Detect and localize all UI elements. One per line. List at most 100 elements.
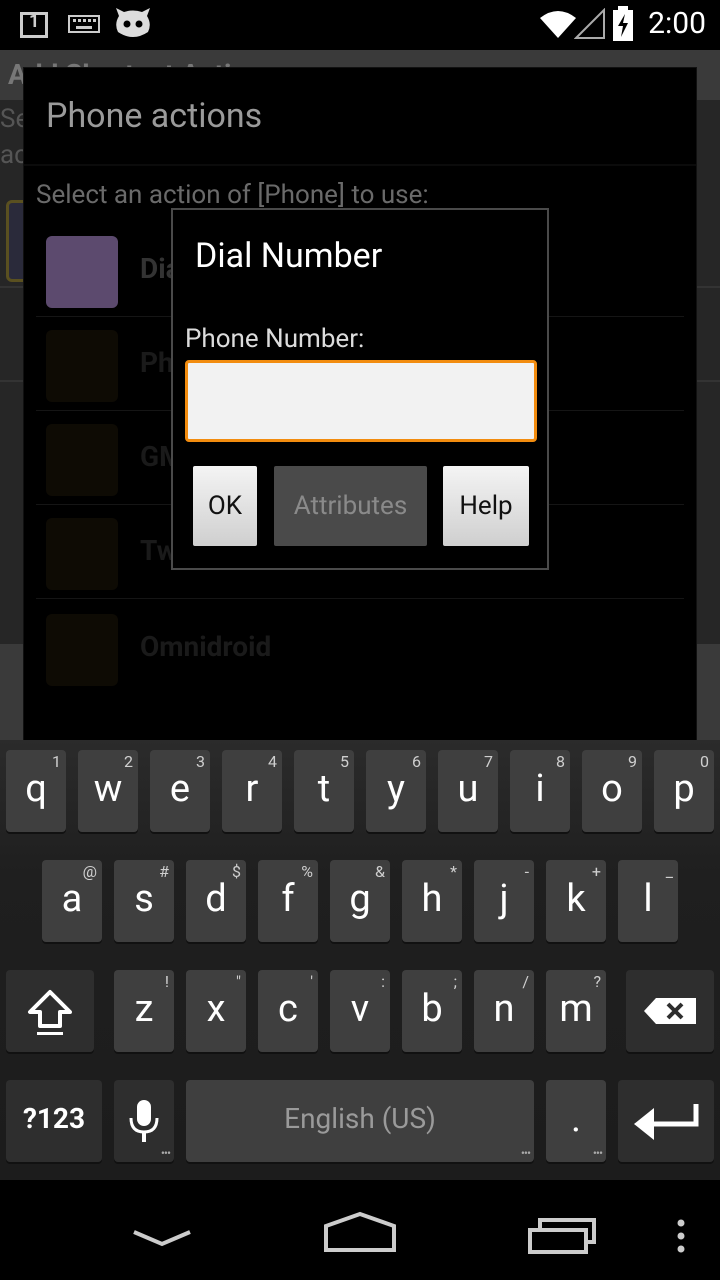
key-d[interactable]: $ d xyxy=(186,860,246,942)
key-label: t xyxy=(317,767,331,811)
clock: 2:00 xyxy=(648,6,706,41)
key-e[interactable]: 3e xyxy=(150,750,210,832)
key-label: f xyxy=(281,877,295,921)
voice-input-key[interactable]: ••• xyxy=(114,1080,174,1162)
soft-keyboard: 1q 2w 3e 4r 5t 6y 7u 8i 9o 0p @ a # s $ d %… xyxy=(0,740,720,1180)
status-bar: 1 2:00 xyxy=(0,0,720,50)
key-f[interactable]: % f xyxy=(258,860,318,942)
key-q[interactable]: 1q xyxy=(6,750,66,832)
recents-icon[interactable] xyxy=(526,1216,598,1254)
dialog-title: Dial Number xyxy=(195,236,383,276)
space-key[interactable]: English (US) ••• xyxy=(186,1080,534,1162)
key-o[interactable]: 9o xyxy=(582,750,642,832)
key-v[interactable]: :v xyxy=(330,970,390,1052)
key-label: l xyxy=(643,877,653,921)
app-icon xyxy=(46,424,118,496)
key-label: p xyxy=(673,767,695,811)
key-label: x xyxy=(206,987,226,1031)
overflow-menu-icon[interactable] xyxy=(674,1218,688,1254)
battery-icon xyxy=(613,6,633,41)
key-label: c xyxy=(278,987,298,1031)
key-label: q xyxy=(25,767,47,811)
key-a[interactable]: @ a xyxy=(42,860,102,942)
more-options-dots: ••• xyxy=(160,1146,171,1160)
enter-icon xyxy=(634,1104,699,1140)
backspace-key[interactable] xyxy=(626,970,714,1052)
key-m[interactable]: ? m xyxy=(546,970,606,1052)
dialog-title: Phone actions xyxy=(46,96,263,136)
more-options-dots: ••• xyxy=(520,1146,531,1160)
action-label: Ph xyxy=(140,346,174,379)
key-c[interactable]: ' c xyxy=(258,970,318,1052)
key-label: r xyxy=(245,767,259,811)
key-label: i xyxy=(535,767,545,811)
action-item[interactable]: Omnidroid xyxy=(36,602,684,694)
key-x[interactable]: " x xyxy=(186,970,246,1052)
key-s[interactable]: # s xyxy=(114,860,174,942)
ok-button[interactable]: OK xyxy=(193,466,257,546)
period-key[interactable]: . ••• xyxy=(546,1080,606,1162)
key-label: b xyxy=(421,987,443,1031)
home-icon[interactable] xyxy=(322,1210,398,1254)
shift-key[interactable] xyxy=(6,970,94,1052)
key-g[interactable]: & g xyxy=(330,860,390,942)
dial-number-dialog: Dial Number Phone Number: OK Attributes … xyxy=(171,208,549,570)
divider xyxy=(24,164,696,166)
key-label: o xyxy=(601,767,623,811)
key-label: g xyxy=(349,877,371,921)
symbols-key[interactable]: ?123 xyxy=(6,1080,102,1162)
app-icon xyxy=(46,518,118,590)
key-j[interactable]: -j xyxy=(474,860,534,942)
key-label: English (US) xyxy=(284,1102,436,1135)
key-w[interactable]: 2w xyxy=(78,750,138,832)
key-label: h xyxy=(421,877,443,921)
key-label: y xyxy=(387,767,405,811)
key-label: w xyxy=(93,767,123,811)
key-label: z xyxy=(134,987,154,1031)
key-label: a xyxy=(61,877,83,921)
key-k[interactable]: + k xyxy=(546,860,606,942)
key-label: . xyxy=(570,1097,582,1141)
shift-icon xyxy=(28,990,72,1035)
key-u[interactable]: 7u xyxy=(438,750,498,832)
key-t[interactable]: 5t xyxy=(294,750,354,832)
key-label: d xyxy=(205,877,227,921)
attributes-button[interactable]: Attributes xyxy=(274,466,427,546)
key-n[interactable]: / n xyxy=(474,970,534,1052)
key-l[interactable]: _ l xyxy=(618,860,678,942)
key-label: ?123 xyxy=(22,1102,86,1135)
navigation-bar xyxy=(0,1180,720,1280)
action-label: Omnidroid xyxy=(140,630,272,663)
key-y[interactable]: 6y xyxy=(366,750,426,832)
key-p[interactable]: 0p xyxy=(654,750,714,832)
key-i[interactable]: 8i xyxy=(510,750,570,832)
key-label: e xyxy=(169,767,191,811)
more-options-dots: ••• xyxy=(592,1146,603,1160)
microphone-icon xyxy=(129,1100,159,1142)
notification-icon: 1 xyxy=(20,11,48,38)
notification-count: 1 xyxy=(29,11,40,32)
phone-app-icon xyxy=(46,236,118,308)
phone-number-label: Phone Number: xyxy=(185,324,365,354)
key-z[interactable]: ! z xyxy=(114,970,174,1052)
app-icon xyxy=(46,614,118,686)
key-h[interactable]: * h xyxy=(402,860,462,942)
signal-icon xyxy=(574,8,605,39)
enter-key[interactable] xyxy=(618,1080,714,1162)
key-r[interactable]: 4r xyxy=(222,750,282,832)
wifi-icon xyxy=(540,11,576,38)
phone-number-input[interactable] xyxy=(185,360,537,442)
app-icon xyxy=(46,330,118,402)
key-label: u xyxy=(457,767,479,811)
backspace-icon xyxy=(644,998,696,1024)
key-label: s xyxy=(134,877,154,921)
key-label: m xyxy=(559,987,593,1031)
keyboard-icon xyxy=(68,15,100,33)
back-icon[interactable] xyxy=(130,1226,194,1252)
key-label: v xyxy=(350,987,370,1031)
key-label: n xyxy=(493,987,515,1031)
help-button[interactable]: Help xyxy=(443,466,529,546)
key-b[interactable]: ; b xyxy=(402,970,462,1052)
key-label: k xyxy=(566,877,586,921)
cyanogen-icon xyxy=(116,8,150,37)
